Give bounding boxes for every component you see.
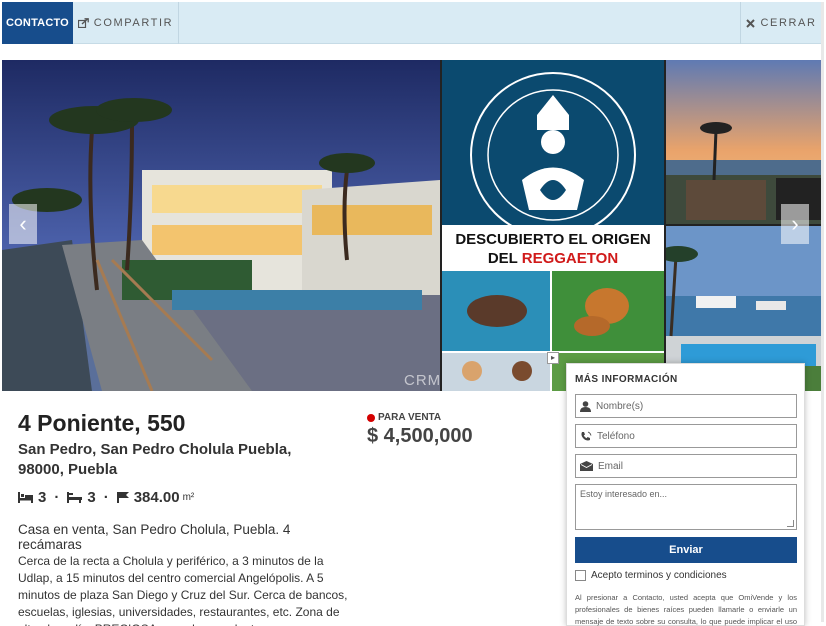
sale-status-label: PARA VENTA <box>378 412 442 423</box>
share-icon <box>77 18 89 28</box>
envelope-icon <box>580 461 593 471</box>
adchoices-icon[interactable]: ▸ <box>547 352 559 364</box>
area-unit: m² <box>182 492 195 503</box>
ad-headline: DESCUBIERTO EL ORIGEN DEL REGGAETON <box>442 225 664 271</box>
name-placeholder: Nombre(s) <box>596 400 644 412</box>
phone-field[interactable]: Teléfono <box>575 424 797 448</box>
send-label: Enviar <box>669 544 703 556</box>
separator-dot: · <box>103 489 109 506</box>
send-button[interactable]: Enviar <box>575 537 797 563</box>
status-dot-icon <box>367 413 375 422</box>
listing-address: San Pedro, San Pedro Cholula Puebla, 980… <box>18 441 292 478</box>
terms-checkbox[interactable] <box>575 570 586 581</box>
name-field[interactable]: Nombre(s) <box>575 394 797 418</box>
university-seal-image <box>442 60 664 225</box>
tab-contacto-label: CONTACTO <box>6 17 69 29</box>
sale-status-badge: PARA VENTA <box>367 412 441 423</box>
close-label: CERRAR <box>760 17 817 29</box>
ad-line-1: DESCUBIERTO EL ORIGEN <box>455 231 651 248</box>
bathrooms-count: 3 <box>87 489 96 506</box>
email-field[interactable]: Email <box>575 454 797 478</box>
message-placeholder: Estoy interesado en... <box>580 489 668 499</box>
chevron-right-icon: › <box>791 211 799 236</box>
contact-form: MÁS INFORMACIÓN Nombre(s) Teléfono Email… <box>566 363 805 626</box>
ad-line-2-prefix: DEL <box>487 250 522 267</box>
chevron-left-icon: ‹ <box>19 211 27 236</box>
photo-watermark: CRM <box>404 372 442 389</box>
bath-icon <box>67 492 83 503</box>
separator-dot: · <box>54 489 60 506</box>
share-button[interactable]: COMPARTIR <box>73 2 179 44</box>
listing-title: 4 Poniente, 550 <box>18 410 186 436</box>
tab-contacto[interactable]: CONTACTO <box>2 2 73 44</box>
phone-placeholder: Teléfono <box>597 430 635 442</box>
close-icon <box>746 18 756 28</box>
window-edge <box>821 2 824 622</box>
close-button[interactable]: CERRAR <box>740 2 822 44</box>
resize-handle-icon[interactable] <box>787 520 794 527</box>
email-placeholder: Email <box>598 460 624 472</box>
bed-icon <box>18 492 33 503</box>
gallery-prev-button[interactable]: ‹ <box>9 204 37 244</box>
phone-icon <box>581 431 592 440</box>
gallery-next-button[interactable]: › <box>781 204 809 244</box>
listing-features: 3 · 3 · 384.00 m² <box>18 489 194 506</box>
listing-subtitle: Casa en venta, San Pedro Cholula, Puebla… <box>18 522 291 552</box>
terms-label[interactable]: Acepto terminos y condiciones <box>591 570 727 581</box>
terms-row: Acepto terminos y condiciones <box>575 570 727 581</box>
message-textarea[interactable]: Estoy interesado en... <box>575 484 797 530</box>
area-value: 384.00 <box>133 489 180 506</box>
ad-line-2-highlight: REGGAETON <box>521 250 619 267</box>
sunset-terrace-photo[interactable] <box>666 60 821 224</box>
main-property-photo[interactable] <box>2 60 440 391</box>
form-title: MÁS INFORMACIÓN <box>575 374 678 385</box>
ad-line-2: DEL REGGAETON <box>442 249 664 268</box>
flag-icon <box>116 492 129 503</box>
top-bar: CONTACTO COMPARTIR CERRAR <box>2 2 822 44</box>
listing-price: $ 4,500,000 <box>367 425 473 447</box>
bedrooms-count: 3 <box>38 489 47 506</box>
legal-disclaimer: Al presionar a Contacto, usted acepta qu… <box>575 593 797 626</box>
user-icon <box>580 400 591 412</box>
photo-gallery: DESCUBIERTO EL ORIGEN DEL REGGAETON ‹ › … <box>2 60 821 391</box>
share-label: COMPARTIR <box>93 17 174 29</box>
listing-description: Cerca de la recta a Cholula y periférico… <box>18 554 348 626</box>
advertisement[interactable]: DESCUBIERTO EL ORIGEN DEL REGGAETON <box>442 60 664 391</box>
